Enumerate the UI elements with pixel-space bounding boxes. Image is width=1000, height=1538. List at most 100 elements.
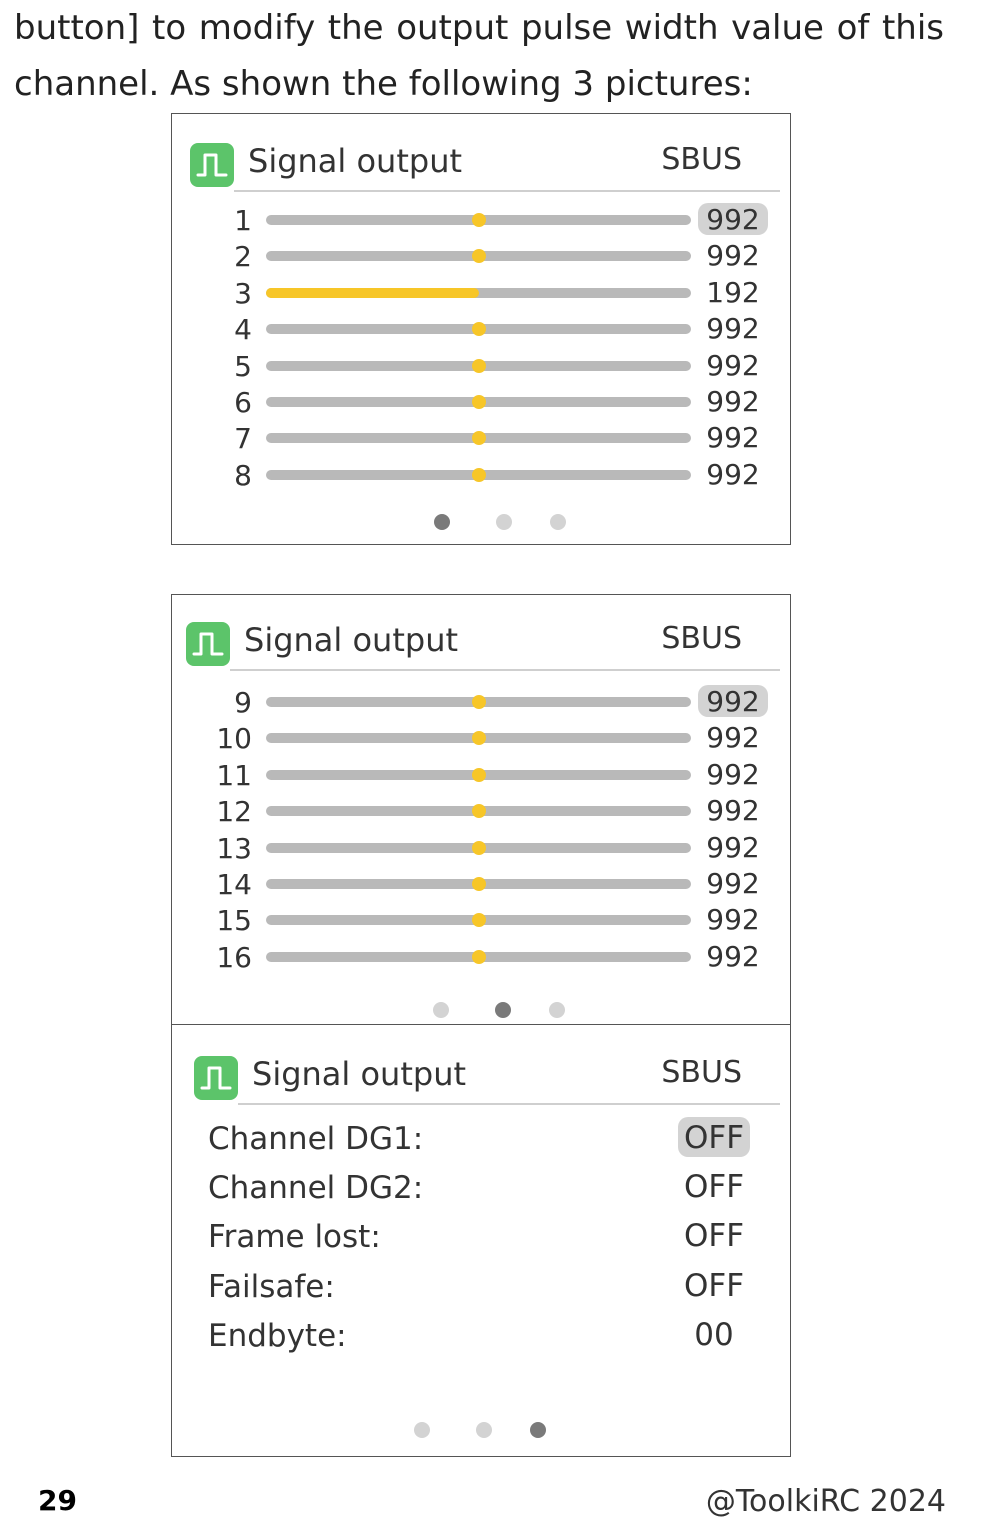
intro-line-2: channel. As shown the following 3 pictur… [14,64,753,104]
protocol-label: SBUS [661,142,742,177]
channel-value[interactable]: 992 [698,385,768,418]
setting-value[interactable]: OFF [678,1117,750,1157]
channel-value[interactable]: 992 [698,721,768,754]
channel-number: 1 [234,204,252,237]
channel-value[interactable]: 992 [698,685,768,718]
channel-value[interactable]: 992 [698,349,768,382]
setting-row[interactable]: Frame lost: OFF [208,1215,750,1259]
channel-level-marker [471,322,486,337]
channel-number: 9 [234,686,252,719]
channel-row[interactable]: 8 992 [172,458,790,494]
channel-level-bar [266,287,691,298]
channel-value[interactable]: 992 [698,867,768,900]
channel-level-marker [471,467,486,482]
channel-value[interactable]: 992 [698,758,768,791]
screen-title: Signal output [244,621,459,659]
screen-title: Signal output [248,142,463,180]
channel-row[interactable]: 11 992 [172,758,790,794]
page-indicator [172,1422,790,1442]
channel-row[interactable]: 1 992 [172,203,790,239]
channel-value[interactable]: 992 [698,421,768,454]
screen-header: Signal output SBUS [186,619,780,671]
channel-number: 11 [216,758,252,792]
setting-label: Channel DG1: [208,1121,424,1157]
channel-level-bar [266,913,691,928]
channel-level-bar [266,358,691,373]
channel-value[interactable]: 992 [698,831,768,864]
channel-row[interactable]: 13 992 [172,831,790,867]
channel-number: 4 [234,313,252,347]
channel-row[interactable]: 9 992 [172,685,790,721]
channel-number: 14 [216,868,252,901]
channel-value[interactable]: 992 [698,903,768,936]
channel-value[interactable]: 992 [698,239,768,272]
signal-output-screen-page-2: Signal output SBUS 9 992 10 992 11 992 12 992 13… [171,594,791,1026]
channel-value[interactable]: 992 [698,940,768,973]
setting-row[interactable]: Failsafe: OFF [208,1265,750,1309]
setting-value[interactable]: OFF [678,1215,750,1255]
channel-level-marker [471,731,486,746]
page-dot[interactable] [549,1002,565,1018]
screen-title: Signal output [252,1055,467,1093]
channel-level-marker [471,431,486,446]
pulse-wave-icon [194,1056,238,1100]
page-dot[interactable] [476,1422,492,1438]
page-dot[interactable] [496,514,512,530]
channel-value[interactable]: 192 [698,276,768,309]
setting-value[interactable]: OFF [678,1166,750,1206]
channel-row[interactable]: 7 992 [172,421,790,457]
channel-row[interactable]: 6 992 [172,385,790,421]
channel-level-bar [266,395,691,409]
channel-row[interactable]: 5 992 [172,349,790,385]
channel-number: 3 [234,276,252,310]
channel-value[interactable]: 992 [698,312,768,345]
channel-level-bar [266,322,691,337]
channel-value[interactable]: 992 [698,203,768,236]
channel-level-marker [471,249,486,264]
protocol-label: SBUS [661,621,742,656]
setting-value[interactable]: OFF [678,1265,750,1305]
channel-value[interactable]: 992 [698,794,768,827]
channel-level-bar [266,840,691,855]
pulse-wave-icon [186,622,230,666]
page-dot[interactable] [550,514,566,530]
channel-level-marker [471,949,486,964]
channel-row[interactable]: 2 992 [172,239,790,275]
header-divider [234,190,780,192]
page-dot[interactable] [495,1002,511,1018]
setting-label: Endbyte: [208,1317,347,1354]
channel-number: 7 [234,422,252,456]
channel-level-marker [471,913,486,928]
page-dot[interactable] [530,1422,546,1438]
setting-label: Channel DG2: [208,1170,424,1207]
intro-text: button] to modify the output pulse width… [14,0,944,112]
signal-output-screen-page-1: Signal output SBUS 1 992 2 992 3 192 4 992 5 992 6… [171,113,791,545]
pulse-wave-icon [190,143,234,187]
channel-value[interactable]: 992 [698,458,768,491]
channel-row[interactable]: 15 992 [172,903,790,939]
channel-level-marker [471,695,486,709]
channel-level-bar [266,804,691,819]
channel-level-bar [266,431,691,446]
setting-row[interactable]: Endbyte: 00 [208,1314,750,1358]
page-dot[interactable] [414,1422,430,1438]
channel-row[interactable]: 4 992 [172,312,790,348]
channel-number: 8 [234,458,252,492]
channel-row[interactable]: 10 992 [172,721,790,757]
channel-row[interactable]: 14 992 [172,867,790,903]
channel-row[interactable]: 16 992 [172,940,790,976]
setting-value[interactable]: 00 [678,1314,750,1354]
protocol-label: SBUS [661,1055,742,1090]
channel-level-marker [471,395,486,409]
setting-row[interactable]: Channel DG2: OFF [208,1166,750,1210]
channel-row[interactable]: 12 992 [172,794,790,830]
channel-number: 2 [234,240,252,274]
channel-level-marker [471,804,486,819]
channel-row[interactable]: 3 192 [172,276,790,312]
page-dot[interactable] [434,514,450,530]
page-dot[interactable] [433,1002,449,1018]
channel-number: 13 [216,831,252,865]
setting-row[interactable]: Channel DG1: OFF [208,1117,750,1161]
channel-level-marker [471,840,486,855]
intro-line-1: button] to modify the output pulse width… [14,8,944,48]
